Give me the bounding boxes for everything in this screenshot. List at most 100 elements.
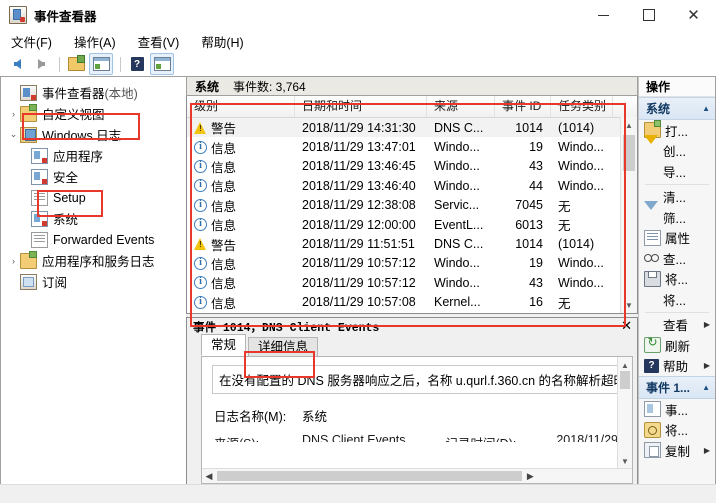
row-event-id: 16 <box>529 295 543 310</box>
sidebar-item-system[interactable]: 系统 <box>1 208 186 229</box>
action-attach-task-to-event[interactable]: 将... <box>639 420 715 441</box>
action-save-events[interactable]: 将... <box>639 269 715 290</box>
action-view[interactable]: 查看 ▶ <box>639 315 715 336</box>
information-icon <box>194 179 207 193</box>
table-row[interactable]: 信息 2018/11/29 13:46:45 Windo... 43 Windo… <box>187 157 637 176</box>
table-row[interactable]: 信息 2018/11/29 12:00:00 EventL... 6013 无 <box>187 215 637 234</box>
submenu-arrow-icon: ▶ <box>703 361 710 371</box>
action-event-properties[interactable]: 事... <box>639 399 715 420</box>
menu-action[interactable]: 操作(A) <box>74 32 116 51</box>
back-arrow-icon[interactable] <box>6 54 28 74</box>
sidebar-item-application[interactable]: 应用程序 <box>1 145 186 166</box>
row-source: Servic... <box>434 198 480 213</box>
sidebar-item-windows-logs[interactable]: ⌄ Windows 日志 <box>1 124 186 145</box>
tab-general[interactable]: 常规 <box>201 334 247 356</box>
action-find[interactable]: 查... <box>639 248 715 269</box>
column-header-source[interactable]: 来源 <box>427 96 495 117</box>
sidebar-item-label: Forwarded Events <box>53 232 155 247</box>
menu-file[interactable]: 文件(F) <box>11 32 52 51</box>
sidebar-item-setup[interactable]: Setup <box>1 187 186 208</box>
chevron-up-icon[interactable]: ▲ <box>702 383 710 392</box>
table-row[interactable]: 警告 2018/11/29 14:31:30 DNS C... 1014 (10… <box>187 118 637 138</box>
help-icon <box>644 358 659 373</box>
scrollbar-thumb[interactable] <box>623 135 635 171</box>
help-icon[interactable]: ? <box>126 54 148 74</box>
menu-view[interactable]: 查看(V) <box>138 32 180 51</box>
close-button[interactable]: ✕ <box>671 0 716 30</box>
scrollbar-thumb[interactable] <box>620 371 630 389</box>
column-header-level[interactable]: 级别 <box>187 96 295 117</box>
row-event-id: 7045 <box>515 198 543 213</box>
detail-vertical-scrollbar[interactable]: ▲ ▼ <box>617 357 632 469</box>
sidebar-item-custom-views[interactable]: › 自定义视图 <box>1 103 186 124</box>
actions-section-event[interactable]: 事件 1... ▲ <box>639 376 715 399</box>
sidebar-item-subscriptions[interactable]: 订阅 <box>1 271 186 292</box>
action-import-custom-view[interactable]: 导... <box>639 161 715 182</box>
actions-pane: 操作 系统 ▲ 打... 创... 导... 清... 筛... 属性 查...… <box>638 76 716 485</box>
open-folder-icon[interactable] <box>65 54 87 74</box>
show-console-tree-icon[interactable] <box>89 53 113 75</box>
action-copy[interactable]: 复制 ▶ <box>639 440 715 461</box>
scroll-down-icon[interactable]: ▼ <box>621 297 637 313</box>
table-row[interactable]: 信息 2018/11/29 10:57:12 Windo... 19 Windo… <box>187 254 637 273</box>
table-row[interactable]: 信息 2018/11/29 10:57:08 Kernel... 16 无 <box>187 293 637 312</box>
detail-horizontal-scrollbar[interactable]: ◀ ▶ <box>202 468 632 483</box>
scroll-right-icon[interactable]: ▶ <box>523 471 537 482</box>
chevron-right-icon[interactable]: › <box>7 109 20 119</box>
chevron-up-icon[interactable]: ▲ <box>702 104 710 113</box>
tree-root-suffix: (本地) <box>104 87 138 101</box>
forward-arrow-icon[interactable] <box>30 54 52 74</box>
attach-task-icon <box>644 421 661 438</box>
action-refresh[interactable]: 刷新 <box>639 335 715 356</box>
actions-section-title: 系统 <box>646 102 671 116</box>
sidebar-item-security[interactable]: 安全 <box>1 166 186 187</box>
action-label: 将... <box>665 273 688 288</box>
minimize-button[interactable] <box>581 0 626 30</box>
table-row[interactable]: 信息 2018/11/29 13:47:01 Windo... 19 Windo… <box>187 137 637 156</box>
copy-icon <box>644 442 661 459</box>
row-datetime: 2018/11/29 12:38:08 <box>302 198 416 213</box>
column-header-event-id[interactable]: 事件 ID <box>495 96 551 117</box>
tree-root-item[interactable]: 事件查看器 (本地) <box>1 82 186 103</box>
scroll-left-icon[interactable]: ◀ <box>202 471 216 482</box>
table-row[interactable]: 信息 2018/11/29 10:57:12 Windo... 43 Windo… <box>187 273 637 292</box>
row-level: 信息 <box>211 160 237 175</box>
column-header-task-category[interactable]: 任务类别 <box>551 96 613 117</box>
blank-icon <box>644 318 659 332</box>
row-level: 信息 <box>211 277 237 292</box>
table-row[interactable]: 警告 2018/11/29 11:51:51 DNS C... 1014 (10… <box>187 234 637 253</box>
information-icon <box>194 256 207 270</box>
scroll-down-icon[interactable]: ▼ <box>618 453 632 469</box>
table-row[interactable]: 信息 2018/11/29 12:38:08 Servic... 7045 无 <box>187 196 637 215</box>
scroll-up-icon[interactable]: ▲ <box>621 117 637 133</box>
row-level: 信息 <box>211 257 237 272</box>
list-log-name: 系统 <box>195 79 220 94</box>
chevron-down-icon[interactable]: ⌄ <box>7 129 20 140</box>
menu-help[interactable]: 帮助(H) <box>201 32 243 51</box>
action-label: 帮助 <box>663 360 689 375</box>
tree-root-label: 事件查看器 <box>42 87 105 101</box>
chevron-right-icon[interactable]: › <box>7 256 20 266</box>
column-header-datetime[interactable]: 日期和时间 <box>295 96 427 117</box>
close-icon[interactable]: ✕ <box>621 319 632 333</box>
event-viewer-window: 事件查看器 ✕ 文件(F) 操作(A) 查看(V) 帮助(H) ? 事件查看器 <box>0 0 716 503</box>
scrollbar-thumb[interactable] <box>217 471 523 481</box>
action-label: 打... <box>665 124 688 139</box>
event-list-scrollbar[interactable]: ▲ ▼ <box>620 117 637 313</box>
sidebar-item-forwarded-events[interactable]: Forwarded Events <box>1 229 186 250</box>
properties-icon <box>644 229 661 246</box>
tab-details[interactable]: 详细信息 <box>248 337 319 356</box>
action-help[interactable]: 帮助 ▶ <box>639 356 715 377</box>
action-attach-task-to-log[interactable]: 将... <box>639 289 715 310</box>
action-create-custom-view[interactable]: 创... <box>639 134 715 162</box>
action-filter-current-log[interactable]: 筛... <box>639 201 715 228</box>
show-action-pane-icon[interactable] <box>150 53 174 75</box>
row-source: DNS C... <box>434 237 484 252</box>
sidebar-item-apps-and-services-logs[interactable]: › 应用程序和服务日志 <box>1 250 186 271</box>
maximize-button[interactable] <box>626 0 671 30</box>
actions-section-system[interactable]: 系统 ▲ <box>639 97 715 120</box>
field-value: 系统 <box>302 410 328 424</box>
table-row[interactable]: 信息 2018/11/29 13:46:40 Windo... 44 Windo… <box>187 176 637 195</box>
action-properties[interactable]: 属性 <box>639 228 715 249</box>
row-level: 信息 <box>211 199 237 214</box>
